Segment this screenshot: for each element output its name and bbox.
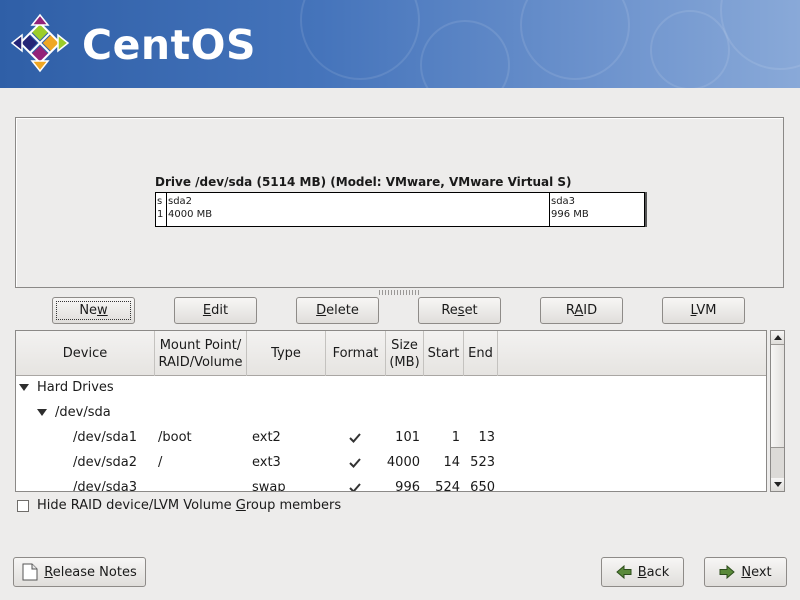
back-button[interactable]: Back: [601, 557, 684, 587]
lvm-button[interactable]: LVM: [662, 297, 745, 324]
type-cell: ext2: [252, 430, 281, 445]
checkmark-icon: [349, 458, 361, 468]
type-cell: ext3: [252, 455, 281, 470]
size-cell: 4000: [386, 455, 420, 470]
arrow-left-icon: [615, 565, 632, 579]
edit-mnemonic: E: [202, 303, 212, 318]
next-button[interactable]: Next: [704, 557, 787, 587]
new-button[interactable]: New: [52, 297, 135, 324]
scroll-down-arrow-icon[interactable]: [771, 478, 784, 491]
back-mnemonic: B: [637, 564, 647, 580]
hide-members-text-rest: roup members: [245, 498, 342, 513]
type-cell: swap: [252, 480, 286, 492]
tree-row-hard-drives[interactable]: Hard Drives: [16, 375, 766, 400]
pane-resize-handle[interactable]: [379, 290, 419, 295]
mount-cell: /boot: [158, 430, 192, 445]
column-header-format[interactable]: Format: [326, 331, 386, 376]
raid-label-rest: ID: [583, 303, 598, 318]
hide-members-label: Hide RAID device/LVM Volume Group member…: [37, 498, 341, 513]
partition-name: sda2: [168, 196, 193, 207]
hide-members-option[interactable]: Hide RAID device/LVM Volume Group member…: [17, 498, 341, 513]
reset-button[interactable]: Reset: [418, 297, 501, 324]
partition-tree[interactable]: Device Mount Point/ RAID/Volume Type For…: [15, 330, 767, 492]
document-icon: [22, 563, 38, 581]
tree-scrollbar[interactable]: [770, 330, 785, 492]
logo-text: CentOS: [82, 21, 257, 69]
column-header-size[interactable]: Size (MB): [386, 331, 424, 376]
drive-title: Drive /dev/sda (5114 MB) (Model: VMware,…: [155, 175, 572, 189]
next-mnemonic: N: [741, 564, 752, 580]
partition-block-sda1[interactable]: s 1: [156, 193, 166, 226]
end-cell: 650: [470, 480, 495, 492]
table-row[interactable]: /dev/sda3 swap 996 524 650: [16, 475, 766, 492]
group-label: Hard Drives: [37, 380, 114, 395]
back-label-rest: ack: [646, 564, 670, 580]
column-header-mount-point[interactable]: Mount Point/ RAID/Volume: [155, 331, 247, 376]
tree-header: Device Mount Point/ RAID/Volume Type For…: [16, 331, 766, 376]
centos-logo-icon: [10, 13, 70, 73]
partition-block-sda2[interactable]: sda2 4000 MB: [166, 193, 549, 226]
column-header-type[interactable]: Type: [247, 331, 326, 376]
scroll-up-arrow-icon[interactable]: [771, 331, 784, 344]
hide-members-text: Hide RAID device/LVM Volume: [37, 498, 236, 513]
release-notes-label-rest: elease Notes: [52, 564, 137, 580]
hide-members-checkbox[interactable]: [17, 499, 29, 512]
checkmark-icon: [349, 483, 361, 491]
end-cell: 523: [470, 455, 495, 470]
start-cell: 1: [451, 430, 460, 445]
partition-name: s: [157, 196, 163, 207]
end-cell: 13: [478, 430, 495, 445]
hide-members-mnemonic: G: [235, 498, 246, 513]
arrow-right-icon: [719, 565, 736, 579]
partition-size: 996 MB: [551, 209, 589, 220]
mount-cell: /: [158, 455, 163, 470]
delete-button[interactable]: Delete: [296, 297, 379, 324]
size-cell: 101: [395, 430, 420, 445]
edit-label-rest: dit: [211, 303, 229, 318]
column-header-end[interactable]: End: [464, 331, 498, 376]
tree-row-disk[interactable]: /dev/sda: [16, 400, 766, 425]
new-mnemonic: w: [97, 303, 108, 318]
delete-label-rest: elete: [326, 303, 359, 318]
device-cell: /dev/sda3: [73, 480, 137, 492]
checkmark-icon: [349, 433, 361, 443]
triangle-down-icon[interactable]: [37, 409, 47, 416]
start-cell: 14: [443, 455, 460, 470]
triangle-down-icon[interactable]: [19, 384, 29, 391]
disk-label: /dev/sda: [55, 405, 111, 420]
column-header-start[interactable]: Start: [424, 331, 464, 376]
table-row[interactable]: /dev/sda1 /boot ext2 101 1 13: [16, 425, 766, 450]
partition-block-sda3[interactable]: sda3 996 MB: [549, 193, 644, 226]
drive-view: Drive /dev/sda (5114 MB) (Model: VMware,…: [15, 117, 784, 288]
partition-size: 1: [157, 209, 164, 220]
raid-button[interactable]: RAID: [540, 297, 623, 324]
delete-mnemonic: D: [316, 303, 327, 318]
header-banner: CentOS: [0, 0, 800, 88]
start-cell: 524: [435, 480, 460, 492]
partition-name: sda3: [551, 196, 576, 207]
lvm-label-rest: VM: [696, 303, 717, 318]
reset-label: Re: [441, 303, 458, 318]
table-row[interactable]: /dev/sda2 / ext3 4000 14 523: [16, 450, 766, 475]
edit-button[interactable]: Edit: [174, 297, 257, 324]
device-cell: /dev/sda2: [73, 455, 137, 470]
next-label-rest: ext: [751, 564, 772, 580]
device-cell: /dev/sda1: [73, 430, 137, 445]
reset-label-rest: et: [464, 303, 478, 318]
reset-mnemonic: s: [457, 303, 465, 318]
size-cell: 996: [395, 480, 420, 492]
raid-mnemonic: A: [574, 303, 584, 318]
release-notes-mnemonic: R: [44, 564, 53, 580]
scrollbar-thumb[interactable]: [771, 344, 784, 448]
column-header-device[interactable]: Device: [16, 331, 155, 376]
release-notes-button[interactable]: Release Notes: [13, 557, 146, 587]
partition-size: 4000 MB: [168, 209, 213, 220]
drive-partition-bar: s 1 sda2 4000 MB sda3 996 MB: [155, 192, 645, 227]
new-label: Ne: [79, 303, 98, 318]
